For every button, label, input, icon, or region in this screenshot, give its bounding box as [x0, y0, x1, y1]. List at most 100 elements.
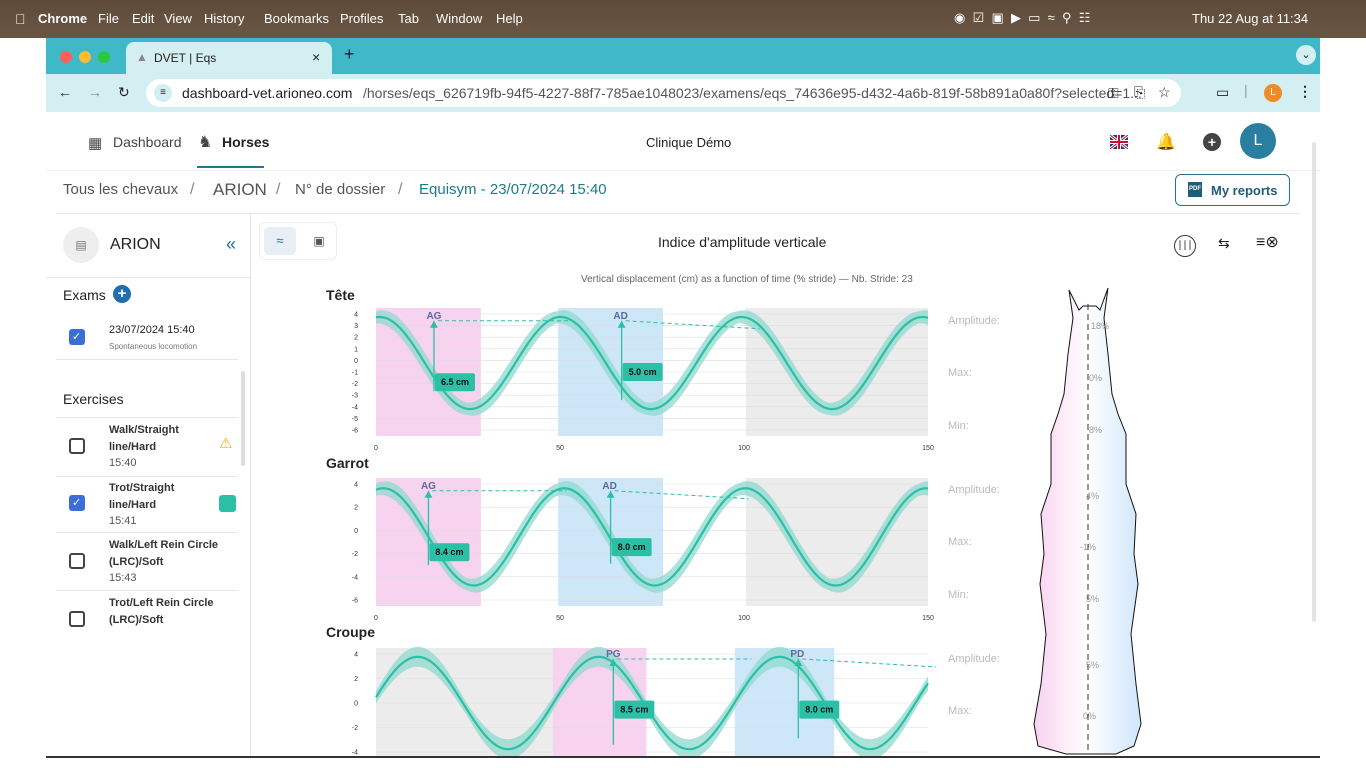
marker-label: PD — [790, 649, 804, 660]
x-tick-label: 100 — [738, 445, 750, 452]
profile-avatar[interactable]: L — [1264, 84, 1282, 102]
menu-clock[interactable]: Thu 22 Aug at 11:34 — [1192, 11, 1308, 26]
address-bar[interactable]: ≡ dashboard-vet.arioneo.com /horses/eqs_… — [146, 79, 1181, 107]
y-tick-label: 0 — [354, 528, 358, 535]
exercise-item[interactable]: ✓ Trot/Straight line/Hard 15:41 — [46, 477, 238, 533]
exercise-item[interactable]: Walk/Left Rein Circle (LRC)/Soft 15:43 — [46, 534, 238, 590]
y-tick-label: -4 — [352, 404, 358, 411]
exam-checkbox[interactable]: ✓ — [69, 329, 85, 345]
y-tick-label: -6 — [352, 428, 358, 435]
swap-icon[interactable]: ⇆ — [1218, 235, 1230, 252]
url-domain: dashboard-vet.arioneo.com — [182, 85, 353, 101]
x-tick-label: 150 — [922, 615, 934, 622]
exercise-checkbox[interactable] — [69, 553, 85, 569]
table-view-icon[interactable]: ▣ — [306, 227, 332, 255]
exercise-time: 15:41 — [109, 515, 137, 527]
sidebar-horse-name: ARION — [110, 236, 161, 253]
collapse-sidebar-button[interactable]: « — [226, 234, 236, 255]
y-tick-label: -2 — [352, 551, 358, 558]
menu-edit[interactable]: Edit — [132, 11, 154, 26]
breadcrumb-exam: Equisym - 23/07/2024 15:40 — [419, 181, 607, 198]
apple-icon[interactable]:  — [15, 11, 26, 27]
x-tick-label: 0 — [374, 615, 378, 622]
sidebar-divider — [56, 590, 238, 591]
nav-dashboard[interactable]: Dashboard — [113, 134, 182, 150]
install-app-icon[interactable]: ⎘ — [1134, 84, 1145, 101]
y-tick-label: 2 — [354, 505, 358, 512]
y-tick-label: 0 — [354, 358, 358, 365]
bell-icon[interactable]: 🔔 — [1156, 132, 1176, 152]
menu-file[interactable]: File — [98, 11, 119, 26]
clinic-name: Clinique Démo — [646, 135, 732, 150]
curve-view-icon[interactable]: ≈ — [264, 227, 296, 255]
browser-menu-icon[interactable]: ⋮ — [1298, 83, 1312, 100]
amplitude-value: 5.0 cm — [629, 367, 657, 377]
breadcrumb-sep: / — [276, 181, 281, 198]
zoom-window-button[interactable] — [98, 51, 110, 63]
x-tick-label: 50 — [556, 445, 564, 452]
horse-photo-icon: ▤ — [63, 227, 99, 263]
window-bottom-edge — [46, 756, 1320, 758]
extensions-icon[interactable]: ▭ — [1216, 84, 1229, 101]
exercise-time: 15:43 — [109, 572, 137, 584]
exercise-item[interactable]: Walk/Straight line/Hard 15:40 ⚠ — [46, 419, 238, 475]
dashboard-icon: ▦ — [88, 135, 103, 152]
sidebar: ▤ ARION « Exams + ✓ 23/07/2024 15:40 Spo… — [46, 213, 251, 758]
nav-horses[interactable]: Horses — [222, 134, 269, 150]
menu-view[interactable]: View — [164, 11, 192, 26]
password-key-icon[interactable]: ⚿ — [1108, 85, 1119, 102]
exercise-item[interactable]: Trot/Left Rein Circle (LRC)/Soft — [46, 592, 238, 632]
browser-tab[interactable]: ▲ DVET | Eqs × — [126, 42, 332, 74]
horse-pct: 4% — [1086, 491, 1100, 501]
uk-flag-icon[interactable] — [1109, 133, 1129, 151]
menu-window[interactable]: Window — [436, 11, 482, 26]
sidebar-scrollbar[interactable] — [241, 371, 245, 466]
back-icon[interactable]: ← — [58, 84, 72, 100]
favicon-icon: ▲ — [136, 50, 148, 64]
new-tab-button[interactable]: + — [344, 44, 355, 65]
user-avatar[interactable]: L — [1240, 123, 1276, 159]
menu-tab[interactable]: Tab — [398, 11, 419, 26]
close-tab-icon[interactable]: × — [312, 49, 320, 65]
tab-search-icon[interactable]: ⌄ — [1296, 45, 1316, 65]
exam-date[interactable]: 23/07/2024 15:40 — [109, 324, 195, 336]
add-icon[interactable]: + — [1203, 133, 1221, 151]
y-tick-label: -2 — [352, 381, 358, 388]
filter-clear-icon[interactable]: ≡⊗ — [1256, 232, 1279, 252]
page-scrollbar[interactable] — [1312, 142, 1316, 622]
reload-icon[interactable]: ↻ — [118, 84, 130, 101]
y-tick-label: 1 — [354, 346, 358, 353]
add-exam-button[interactable]: + — [113, 285, 131, 303]
breadcrumb-all-horses[interactable]: Tous les chevaux — [63, 181, 178, 198]
warning-icon: ⚠ — [219, 435, 233, 452]
y-tick-label: 2 — [354, 676, 358, 683]
exercise-checkbox[interactable] — [69, 438, 85, 454]
menu-history[interactable]: History — [204, 11, 244, 26]
breadcrumb-file-number[interactable]: N° de dossier — [295, 181, 385, 198]
menu-profiles[interactable]: Profiles — [340, 11, 383, 26]
sidebar-divider — [56, 417, 238, 418]
minimize-window-button[interactable] — [79, 51, 91, 63]
amplitude-value: 8.5 cm — [620, 705, 648, 715]
exercise-checkbox[interactable] — [69, 611, 85, 627]
marker-label: AG — [421, 481, 436, 492]
status-icons[interactable]: ◉ ☑ ▣ ▶ ▭ ≈ ⚲ ☷ — [954, 10, 1090, 26]
bookmark-star-icon[interactable]: ☆ — [1158, 84, 1171, 101]
menu-app-name[interactable]: Chrome — [38, 11, 87, 26]
gait-analysis-icon[interactable]: ∣∣∣ — [1174, 235, 1196, 257]
forward-icon[interactable]: → — [88, 84, 102, 100]
sidebar-divider — [46, 277, 251, 278]
close-window-button[interactable] — [60, 51, 72, 63]
breadcrumb-horse[interactable]: ARION — [213, 180, 267, 200]
breadcrumb-sep: / — [190, 181, 195, 198]
menu-help[interactable]: Help — [496, 11, 523, 26]
menu-bookmarks[interactable]: Bookmarks — [264, 11, 329, 26]
y-tick-label: 4 — [354, 652, 358, 659]
exercise-checkbox[interactable]: ✓ — [69, 495, 85, 511]
label-min: Min: — [948, 589, 969, 601]
my-reports-button[interactable]: PDF My reports — [1175, 174, 1290, 206]
horse-pct: 8% — [1089, 425, 1103, 435]
label-max: Max: — [948, 536, 972, 548]
site-info-icon[interactable]: ≡ — [154, 84, 172, 102]
y-tick-label: 3 — [354, 323, 358, 330]
